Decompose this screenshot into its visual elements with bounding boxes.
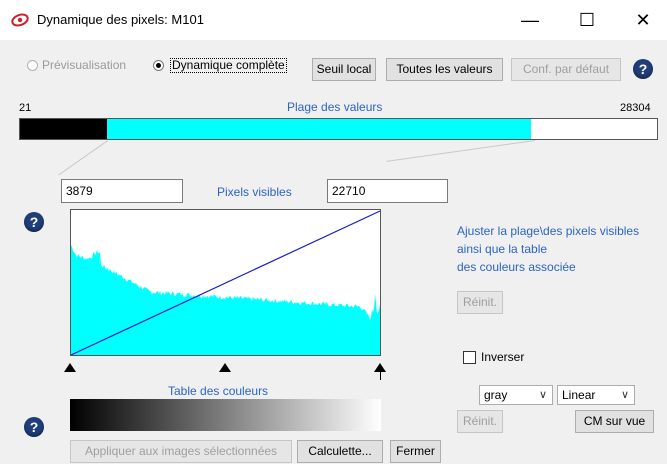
histogram-plot[interactable] [70,209,381,356]
chevron-down-icon: ∨ [538,389,547,401]
app-icon [11,11,29,29]
close-dialog-button[interactable]: Fermer [390,440,441,463]
high-cursor-stem [380,372,381,380]
colormap-title: Table des couleurs [168,384,269,398]
scale-select-value: Linear [562,388,596,402]
default-conf-button[interactable]: Conf. par défaut [511,58,621,81]
description-text: Ajuster la plage\des pixels visibles ain… [457,222,639,276]
mid-cursor-handle[interactable] [219,363,231,372]
description-line-2: ainsi que la table [457,242,548,256]
scale-select[interactable]: Linear ∨ [557,385,635,405]
high-cursor-handle[interactable] [374,363,386,372]
apply-selected-button[interactable]: Appliquer aux images sélectionnées [70,440,292,463]
maximize-button[interactable]: ☐ [567,6,607,34]
full-dynamic-radio[interactable] [153,60,164,71]
visible-pixels-label: Pixels visibles [217,185,292,199]
description-line-1: Ajuster la plage\des pixels visibles [457,224,640,238]
full-dynamic-label: Dynamique complète [170,58,287,73]
cm-fit-view-button[interactable]: CM sur vue [575,410,654,433]
invert-label: Inverser [481,350,525,364]
colormap-select-value: gray [484,388,508,402]
visible-high-input[interactable]: 22710 [327,179,448,203]
range-guide-right [386,140,535,162]
minimize-button[interactable]: — [510,6,550,34]
all-values-button[interactable]: Toutes les valeurs [386,58,503,81]
window-title: Dynamique des pixels: M101 [37,12,204,27]
range-below-segment [20,119,107,139]
chevron-down-icon: ∨ [620,389,629,401]
preview-radio[interactable] [27,60,38,71]
low-cursor-handle[interactable] [64,363,76,372]
reset-range-button[interactable]: Réinit. [457,291,503,314]
close-button[interactable]: ✕ [623,6,663,34]
value-range-bar[interactable] [19,118,658,140]
histogram-svg [71,210,380,355]
colormap-select[interactable]: gray ∨ [479,385,553,405]
visible-low-input[interactable]: 3879 [61,179,183,203]
range-guide-left [58,140,108,176]
description-line-3: des couleurs associée [457,260,576,274]
help-icon[interactable]: ? [633,59,653,79]
range-max-label: 28304 [620,102,651,114]
histogram-help-icon[interactable]: ? [24,212,44,232]
reset-colormap-button[interactable]: Réinit. [457,410,503,433]
colormap-help-icon[interactable]: ? [24,417,44,437]
local-threshold-button[interactable]: Seuil local [312,58,376,81]
calculator-button[interactable]: Calculette... [297,440,383,463]
range-min-label: 21 [19,102,32,114]
invert-checkbox[interactable] [463,351,476,364]
histogram-area [71,245,380,355]
range-visible-segment[interactable] [106,119,531,139]
value-range-title: Plage des valeurs [287,100,383,114]
colormap-gradient[interactable] [70,399,381,431]
preview-label: Prévisualisation [42,58,127,72]
